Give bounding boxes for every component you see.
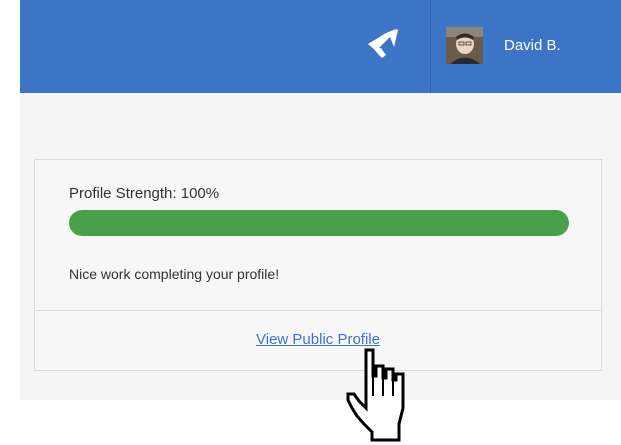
profile-complete-message: Nice work completing your profile! xyxy=(69,266,280,282)
megaphone-icon xyxy=(368,29,398,58)
profile-strength-progress-bar xyxy=(69,210,569,236)
progress-fill xyxy=(69,210,569,236)
user-menu[interactable]: David B. xyxy=(431,0,621,93)
announcements-button[interactable] xyxy=(344,0,430,93)
hand-pointer-icon xyxy=(346,348,405,442)
profile-strength-label: Profile Strength: 100% xyxy=(69,185,220,202)
card-divider xyxy=(35,310,601,311)
avatar xyxy=(446,27,483,64)
top-navigation-bar: David B. xyxy=(20,0,621,93)
profile-strength-card: Profile Strength: 100% Nice work complet… xyxy=(34,159,602,371)
user-name: David B. xyxy=(504,37,561,54)
page-canvas: David B. Profile Strength: 100% Nice wor… xyxy=(0,0,621,445)
view-public-profile-link[interactable]: View Public Profile xyxy=(35,331,601,348)
